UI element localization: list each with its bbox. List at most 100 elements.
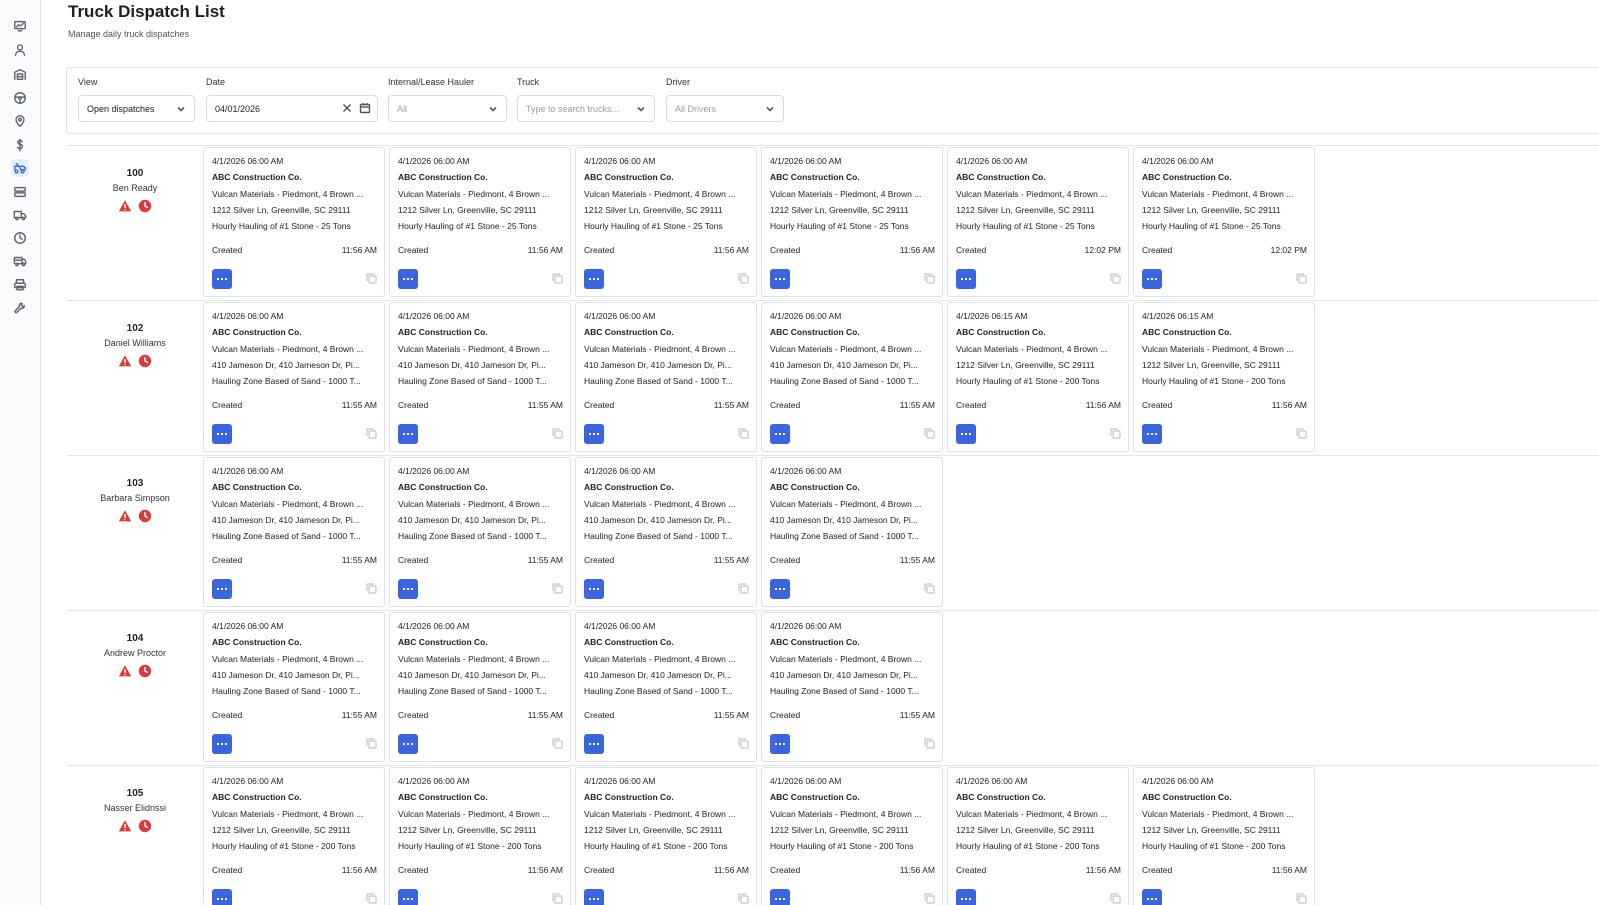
dispatch-card[interactable]: 4/1/2026 06:00 AM ABC Construction Co. Vul…: [575, 457, 757, 607]
dollar-icon[interactable]: [11, 136, 29, 154]
location-pin-icon[interactable]: [11, 112, 29, 130]
copy-icon[interactable]: [366, 583, 377, 594]
copy-icon[interactable]: [738, 583, 749, 594]
more-actions-button[interactable]: [770, 269, 790, 289]
copy-icon[interactable]: [552, 583, 563, 594]
dispatch-card[interactable]: 4/1/2026 06:00 AM ABC Construction Co. Vul…: [203, 147, 385, 297]
copy-icon[interactable]: [1296, 273, 1307, 284]
copy-icon[interactable]: [738, 273, 749, 284]
copy-icon[interactable]: [366, 738, 377, 749]
dispatch-card[interactable]: 4/1/2026 06:00 AM ABC Construction Co. Vul…: [575, 302, 757, 452]
calendar-icon[interactable]: [359, 102, 371, 114]
more-actions-button[interactable]: [212, 269, 232, 289]
copy-icon[interactable]: [924, 893, 935, 904]
warning-icon[interactable]: [118, 509, 132, 523]
more-actions-button[interactable]: [398, 269, 418, 289]
dispatch-card[interactable]: 4/1/2026 06:00 AM ABC Construction Co. Vul…: [389, 457, 571, 607]
warning-icon[interactable]: [118, 664, 132, 678]
more-actions-button[interactable]: [212, 424, 232, 444]
more-actions-button[interactable]: [770, 579, 790, 599]
more-actions-button[interactable]: [1142, 424, 1162, 444]
copy-icon[interactable]: [738, 893, 749, 904]
server-icon[interactable]: [11, 183, 29, 201]
date-input[interactable]: 04/01/2026: [206, 95, 378, 122]
more-actions-button[interactable]: [770, 734, 790, 754]
dispatch-card[interactable]: 4/1/2026 06:00 AM ABC Construction Co. Vul…: [761, 302, 943, 452]
dispatch-card[interactable]: 4/1/2026 06:00 AM ABC Construction Co. Vul…: [203, 612, 385, 762]
more-actions-button[interactable]: [956, 424, 976, 444]
view-select[interactable]: Open dispatches: [78, 95, 195, 122]
dispatch-card[interactable]: 4/1/2026 06:00 AM ABC Construction Co. Vul…: [761, 147, 943, 297]
truck-number[interactable]: 104: [67, 633, 203, 644]
truck-number[interactable]: 105: [67, 788, 203, 799]
copy-icon[interactable]: [366, 428, 377, 439]
clock-alert-icon[interactable]: [138, 664, 152, 678]
copy-icon[interactable]: [738, 428, 749, 439]
dispatch-card[interactable]: 4/1/2026 06:00 AM ABC Construction Co. Vul…: [389, 302, 571, 452]
more-actions-button[interactable]: [770, 424, 790, 444]
dispatch-card[interactable]: 4/1/2026 06:00 AM ABC Construction Co. Vul…: [761, 457, 943, 607]
user-icon[interactable]: [11, 41, 29, 59]
dispatch-card[interactable]: 4/1/2026 06:00 AM ABC Construction Co. Vul…: [761, 767, 943, 905]
more-actions-button[interactable]: [956, 889, 976, 905]
copy-icon[interactable]: [552, 273, 563, 284]
truck-number[interactable]: 100: [67, 168, 203, 179]
more-actions-button[interactable]: [398, 889, 418, 905]
clear-icon[interactable]: [341, 102, 353, 114]
more-actions-button[interactable]: [212, 579, 232, 599]
more-actions-button[interactable]: [584, 889, 604, 905]
delivery-truck-icon[interactable]: [11, 252, 29, 270]
dispatch-card[interactable]: 4/1/2026 06:00 AM ABC Construction Co. Vul…: [575, 767, 757, 905]
truck-search-input[interactable]: Type to search trucks...: [517, 95, 655, 122]
more-actions-button[interactable]: [212, 734, 232, 754]
warning-icon[interactable]: [118, 354, 132, 368]
clock-alert-icon[interactable]: [138, 819, 152, 833]
copy-icon[interactable]: [366, 893, 377, 904]
copy-icon[interactable]: [1110, 893, 1121, 904]
dispatch-card[interactable]: 4/1/2026 06:15 AM ABC Construction Co. Vul…: [1133, 302, 1315, 452]
copy-icon[interactable]: [366, 273, 377, 284]
clock-icon[interactable]: [11, 229, 29, 247]
clock-alert-icon[interactable]: [138, 199, 152, 213]
dispatch-card[interactable]: 4/1/2026 06:15 AM ABC Construction Co. Vul…: [947, 302, 1129, 452]
copy-icon[interactable]: [1110, 273, 1121, 284]
more-actions-button[interactable]: [1142, 889, 1162, 905]
dispatch-card[interactable]: 4/1/2026 06:00 AM ABC Construction Co. Vul…: [203, 302, 385, 452]
hauler-select[interactable]: All: [388, 95, 507, 122]
warning-icon[interactable]: [118, 819, 132, 833]
printer-icon[interactable]: [11, 276, 29, 294]
dispatch-icon[interactable]: [11, 159, 29, 177]
more-actions-button[interactable]: [398, 734, 418, 754]
more-actions-button[interactable]: [584, 269, 604, 289]
more-actions-button[interactable]: [398, 579, 418, 599]
dispatch-card[interactable]: 4/1/2026 06:00 AM ABC Construction Co. Vul…: [947, 767, 1129, 905]
more-actions-button[interactable]: [770, 889, 790, 905]
wrench-icon[interactable]: [11, 299, 29, 317]
copy-icon[interactable]: [924, 273, 935, 284]
dispatch-card[interactable]: 4/1/2026 06:00 AM ABC Construction Co. Vul…: [761, 612, 943, 762]
copy-icon[interactable]: [552, 428, 563, 439]
truck-number[interactable]: 102: [67, 323, 203, 334]
more-actions-button[interactable]: [584, 734, 604, 754]
dispatch-card[interactable]: 4/1/2026 06:00 AM ABC Construction Co. Vul…: [1133, 767, 1315, 905]
more-actions-button[interactable]: [584, 579, 604, 599]
copy-icon[interactable]: [924, 428, 935, 439]
dispatch-card[interactable]: 4/1/2026 06:00 AM ABC Construction Co. Vul…: [575, 147, 757, 297]
dispatch-card[interactable]: 4/1/2026 06:00 AM ABC Construction Co. Vul…: [1133, 147, 1315, 297]
driver-select[interactable]: All Drivers: [666, 95, 784, 122]
clock-alert-icon[interactable]: [138, 354, 152, 368]
copy-icon[interactable]: [1296, 428, 1307, 439]
steering-wheel-icon[interactable]: [11, 89, 29, 107]
more-actions-button[interactable]: [1142, 269, 1162, 289]
dispatch-card[interactable]: 4/1/2026 06:00 AM ABC Construction Co. Vul…: [947, 147, 1129, 297]
more-actions-button[interactable]: [212, 889, 232, 905]
dashboard-icon[interactable]: [11, 17, 29, 35]
copy-icon[interactable]: [1296, 893, 1307, 904]
more-actions-button[interactable]: [398, 424, 418, 444]
truck-number[interactable]: 103: [67, 478, 203, 489]
dispatch-card[interactable]: 4/1/2026 06:00 AM ABC Construction Co. Vul…: [389, 612, 571, 762]
dispatch-card[interactable]: 4/1/2026 06:00 AM ABC Construction Co. Vul…: [389, 767, 571, 905]
dispatch-card[interactable]: 4/1/2026 06:00 AM ABC Construction Co. Vul…: [389, 147, 571, 297]
dispatch-card[interactable]: 4/1/2026 06:00 AM ABC Construction Co. Vul…: [575, 612, 757, 762]
dispatch-card[interactable]: 4/1/2026 06:00 AM ABC Construction Co. Vul…: [203, 767, 385, 905]
